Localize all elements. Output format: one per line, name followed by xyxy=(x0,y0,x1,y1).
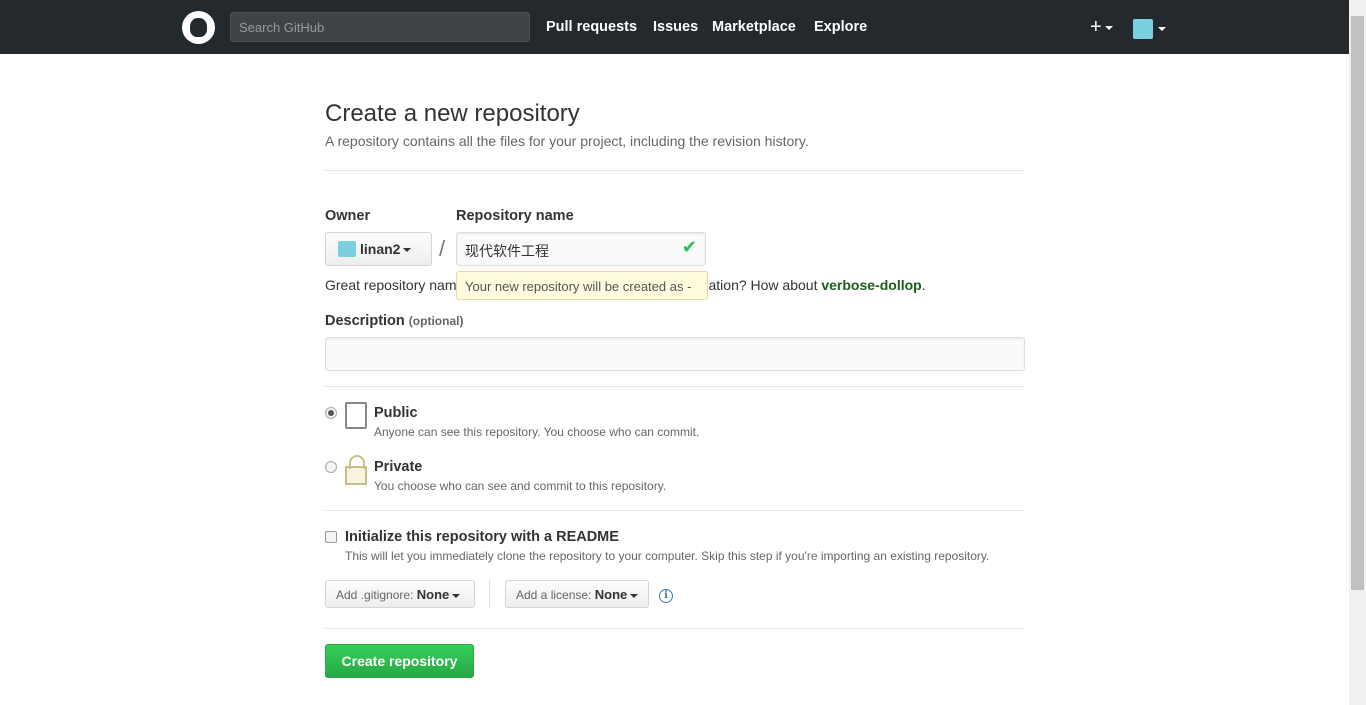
tooltip: Your new repository will be created as - xyxy=(456,271,708,300)
slash-separator: / xyxy=(439,236,446,261)
top-nav: Search GitHub Pull requests Issues Marke… xyxy=(0,0,1349,54)
repo-name-input[interactable]: 现代软件工程 ✔ xyxy=(456,232,706,266)
repo-book-icon xyxy=(345,402,367,429)
nav-issues[interactable]: Issues xyxy=(653,19,698,35)
public-title: Public xyxy=(374,405,418,421)
divider xyxy=(325,510,1025,511)
caret-down-icon xyxy=(1104,25,1113,30)
page-subtitle: A repository contains all the files for … xyxy=(325,133,809,149)
divider xyxy=(325,386,1025,387)
caret-down-icon xyxy=(1158,27,1166,31)
readme-label[interactable]: Initialize this repository with a README xyxy=(345,529,619,545)
readme-checkbox[interactable] xyxy=(325,531,337,543)
lock-icon xyxy=(345,455,367,485)
divider xyxy=(489,580,490,608)
owner-avatar xyxy=(338,241,356,257)
private-title: Private xyxy=(374,459,423,475)
user-avatar-menu[interactable] xyxy=(1133,19,1153,39)
nav-explore[interactable]: Explore xyxy=(814,19,867,35)
check-icon: ✔ xyxy=(681,237,697,257)
public-desc: Anyone can see this repository. You choo… xyxy=(374,425,700,439)
description-input[interactable] xyxy=(325,337,1025,371)
new-menu-button[interactable]: + xyxy=(1090,16,1113,39)
repo-name-value: 现代软件工程 xyxy=(465,243,549,259)
readme-desc: This will let you immediately clone the … xyxy=(345,549,990,563)
repo-name-label: Repository name xyxy=(456,208,574,224)
suggestion-link[interactable]: verbose-dollop xyxy=(821,277,921,293)
caret-down-icon xyxy=(403,248,412,253)
github-logo-icon[interactable] xyxy=(182,11,215,44)
private-radio[interactable] xyxy=(325,461,337,473)
owner-value: linan2 xyxy=(360,241,401,257)
nav-marketplace[interactable]: Marketplace xyxy=(712,19,796,35)
gitignore-select[interactable]: Add .gitignore: None xyxy=(325,580,475,608)
divider xyxy=(325,170,1025,171)
public-radio[interactable] xyxy=(325,407,337,419)
private-desc: You choose who can see and commit to thi… xyxy=(374,479,667,493)
caret-down-icon xyxy=(630,593,639,598)
divider xyxy=(325,628,1025,629)
caret-down-icon xyxy=(452,593,461,598)
owner-label: Owner xyxy=(325,208,371,224)
license-select[interactable]: Add a license: None xyxy=(505,580,649,608)
owner-select[interactable]: linan2 xyxy=(325,232,432,266)
page-title: Create a new repository xyxy=(325,100,580,127)
info-icon[interactable]: i xyxy=(659,589,673,603)
nav-pull-requests[interactable]: Pull requests xyxy=(546,19,637,35)
plus-icon: + xyxy=(1090,16,1102,38)
create-repository-button[interactable]: Create repository xyxy=(325,644,474,678)
description-label: Description (optional) xyxy=(325,313,464,329)
search-input[interactable]: Search GitHub xyxy=(230,12,530,42)
scrollbar-thumb[interactable] xyxy=(1351,16,1364,590)
